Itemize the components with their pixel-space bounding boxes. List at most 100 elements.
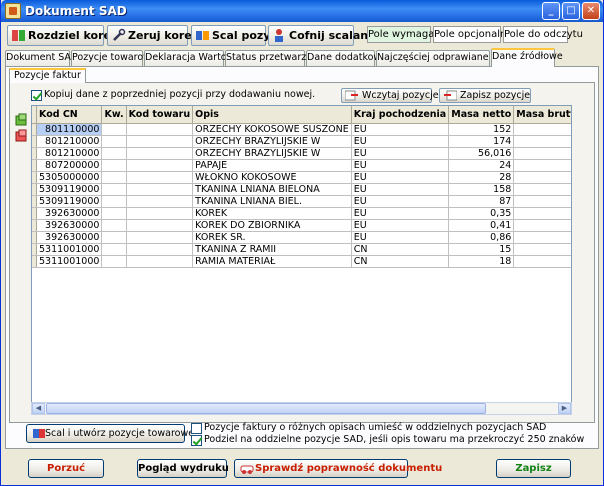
cell-masa-brutto[interactable] (513, 159, 571, 172)
cell-kw[interactable] (101, 195, 127, 208)
cell-kraj-pochodzenia[interactable]: EU (351, 171, 450, 184)
col-masa-brutto[interactable]: Masa brutto (513, 106, 571, 124)
cell-kod-towaru[interactable] (126, 255, 194, 268)
cell-kod-towaru[interactable] (126, 219, 194, 232)
cell-kraj-pochodzenia[interactable]: EU (351, 135, 450, 148)
col-opis[interactable]: Opis (192, 106, 352, 124)
cell-kraj-pochodzenia[interactable]: EU (351, 159, 450, 172)
cell-kod-cn[interactable]: 807200000 (36, 159, 103, 172)
cell-masa-brutto[interactable] (513, 255, 571, 268)
cell-kw[interactable] (101, 255, 127, 268)
table-row[interactable]: 5311001000 TKANINA Z RAMII CN 15 (32, 243, 571, 256)
cell-kod-towaru[interactable] (126, 195, 194, 208)
cell-kod-cn[interactable]: 5311001000 (36, 255, 103, 268)
split-correction-button[interactable]: Rozdziel korektę (7, 25, 131, 46)
cell-masa-netto[interactable]: 18 (448, 255, 515, 268)
cell-kod-cn[interactable]: 392630000 (36, 219, 103, 232)
cell-kod-towaru[interactable] (126, 207, 194, 220)
cell-kod-cn[interactable]: 392630000 (36, 207, 103, 220)
cell-kod-towaru[interactable] (126, 135, 194, 148)
cell-opis[interactable]: KOREK DO ZBIORNIKA (192, 219, 352, 232)
scroll-left-arrow[interactable]: ◀ (32, 403, 45, 414)
close-button[interactable]: ✕ (582, 2, 600, 20)
col-kod-towaru[interactable]: Kod towaru (126, 106, 194, 124)
cell-kraj-pochodzenia[interactable]: EU (351, 219, 450, 232)
cell-opis[interactable]: ORZECHY BRAZYLIJSKIE W (192, 135, 352, 148)
cell-kraj-pochodzenia[interactable]: CN (351, 255, 450, 268)
cell-kw[interactable] (101, 183, 127, 196)
tab-status-przetwarzania[interactable]: Status przetwarzania (225, 50, 327, 66)
table-row[interactable]: 392630000 KOREK EU 0,35 (32, 207, 571, 220)
cell-kraj-pochodzenia[interactable]: EU (351, 207, 450, 220)
cell-masa-netto[interactable]: 87 (448, 195, 515, 208)
undo-merge-button[interactable]: Cofnij scalanie (268, 25, 379, 46)
tab-dokument-sad[interactable]: Dokument SAD (5, 50, 78, 66)
invoice-items-grid[interactable]: Kod CN Kw. Kod towaru Opis Kraj pochodze… (31, 105, 572, 414)
cell-kod-towaru[interactable] (126, 171, 194, 184)
cell-kod-cn[interactable]: 5311001000 (36, 243, 103, 256)
scroll-right-arrow[interactable]: ▶ (558, 403, 571, 414)
tab-najczesciej-odprawiane[interactable]: Najczęściej odprawiane towary (376, 50, 524, 66)
cell-kraj-pochodzenia[interactable]: EU (351, 183, 450, 196)
cell-masa-brutto[interactable] (513, 171, 571, 184)
cell-kw[interactable] (101, 147, 127, 160)
title-bar[interactable]: Dokument SAD _ □ ✕ (1, 0, 603, 22)
cell-masa-netto[interactable]: 24 (448, 159, 515, 172)
cell-masa-netto[interactable]: 0,86 (448, 231, 515, 244)
cell-masa-netto[interactable]: 0,41 (448, 219, 515, 232)
cell-kraj-pochodzenia[interactable]: EU (351, 195, 450, 208)
cell-kw[interactable] (101, 219, 127, 232)
tab-dane-dodatkowe[interactable]: Dane dodatkowe (306, 50, 387, 66)
cell-opis[interactable]: ORZECHY BRAZYLIJSKIE W (192, 147, 352, 160)
scroll-thumb[interactable] (46, 403, 486, 414)
col-masa-netto[interactable]: Masa netto (448, 106, 515, 124)
cell-kod-cn[interactable]: 801110000 (36, 123, 103, 136)
cell-kraj-pochodzenia[interactable]: EU (351, 231, 450, 244)
cell-kod-cn[interactable]: 801210000 (36, 147, 103, 160)
cell-masa-brutto[interactable] (513, 135, 571, 148)
cell-kraj-pochodzenia[interactable]: EU (351, 123, 450, 136)
tab-dane-zrodlowe[interactable]: Dane źródłowe (491, 48, 563, 67)
cell-masa-netto[interactable]: 158 (448, 183, 515, 196)
col-kw[interactable]: Kw. (101, 106, 127, 124)
minimize-button[interactable]: _ (542, 2, 560, 20)
table-row[interactable]: 392630000 KOREK ŚR. EU 0,86 (32, 231, 571, 244)
cell-kw[interactable] (101, 135, 127, 148)
delete-row-icon[interactable] (14, 129, 28, 143)
cell-kraj-pochodzenia[interactable]: CN (351, 243, 450, 256)
cell-kod-towaru[interactable] (126, 231, 194, 244)
cell-kw[interactable] (101, 123, 127, 136)
cell-kod-towaru[interactable] (126, 147, 194, 160)
cell-masa-brutto[interactable] (513, 147, 571, 160)
cell-masa-netto[interactable]: 28 (448, 171, 515, 184)
separate-descriptions-checkbox[interactable] (191, 423, 202, 434)
table-row[interactable]: 801110000 ORZECHY KOKOSOWE SUSZONE EU 152 (32, 123, 571, 136)
tab-pozycje-towarowe[interactable]: Pozycje towarowe (71, 50, 157, 66)
cell-kod-cn[interactable]: 392630000 (36, 231, 103, 244)
cell-kraj-pochodzenia[interactable]: EU (351, 147, 450, 160)
col-kraj-pochodzenia[interactable]: Kraj pochodzenia (351, 106, 450, 124)
cell-kod-cn[interactable]: 5305000000 (36, 171, 103, 184)
cell-masa-netto[interactable]: 152 (448, 123, 515, 136)
load-items-button[interactable]: Wczytaj pozycje (341, 88, 439, 103)
table-row[interactable]: 801210000 ORZECHY BRAZYLIJSKIE W EU 174 (32, 135, 571, 148)
cell-opis[interactable]: KOREK ŚR. (192, 231, 352, 244)
cell-kw[interactable] (101, 207, 127, 220)
cell-kod-towaru[interactable] (126, 183, 194, 196)
cell-opis[interactable]: RAMIA MATERIAŁ (192, 255, 352, 268)
save-items-button[interactable]: Zapisz pozycje (439, 88, 531, 103)
cell-opis[interactable]: PAPAJE (192, 159, 352, 172)
cancel-button[interactable]: Porzuć (28, 459, 104, 478)
save-button[interactable]: Zapisz (496, 459, 571, 478)
validate-document-button[interactable]: Sprawdź poprawność dokumentu (234, 459, 442, 478)
cell-masa-brutto[interactable] (513, 207, 571, 220)
cell-kw[interactable] (101, 231, 127, 244)
merge-items-button[interactable]: Scal pozycje (191, 25, 288, 46)
merge-create-button[interactable]: Scal i utwórz pozycje towarowe (26, 424, 194, 443)
cell-masa-brutto[interactable] (513, 183, 571, 196)
cell-kod-towaru[interactable] (126, 159, 194, 172)
cell-kod-cn[interactable]: 801210000 (36, 135, 103, 148)
table-row[interactable]: 392630000 KOREK DO ZBIORNIKA EU 0,41 (32, 219, 571, 232)
split-long-description-checkbox[interactable] (191, 435, 202, 446)
table-row[interactable]: 801210000 ORZECHY BRAZYLIJSKIE W EU 56,016 (32, 147, 571, 160)
